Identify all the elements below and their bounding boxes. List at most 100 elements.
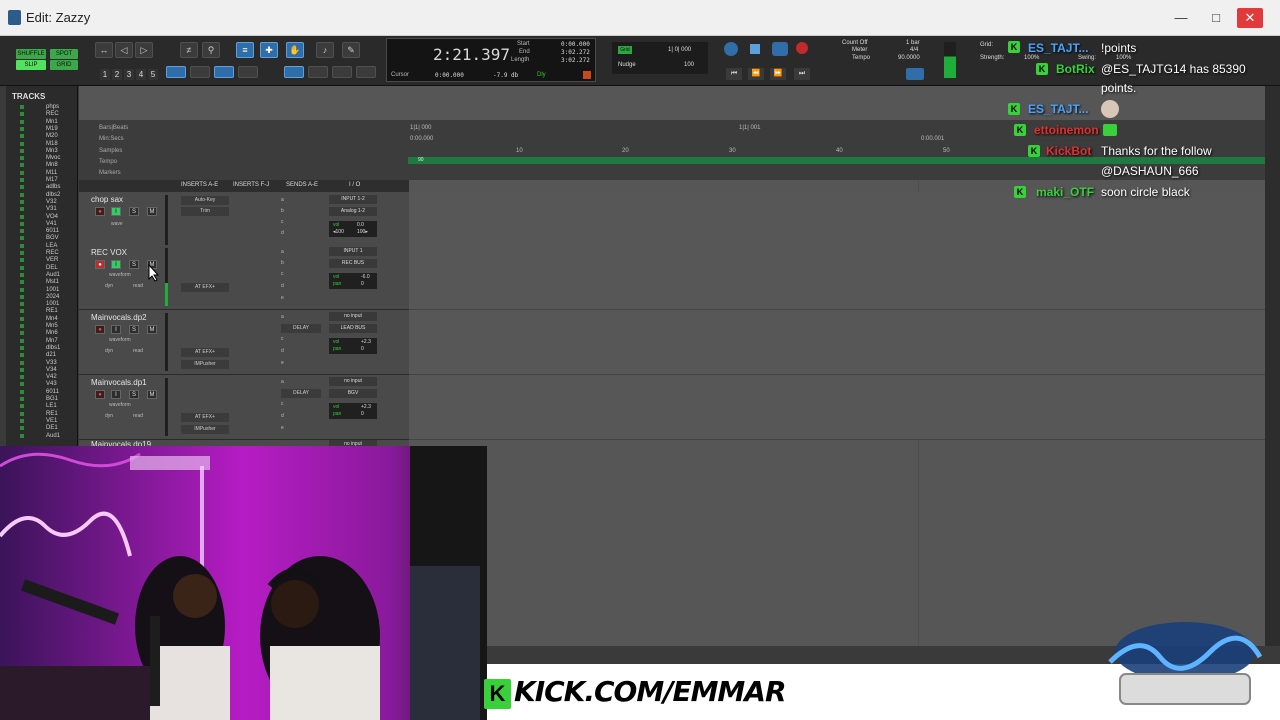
solo-button[interactable]: S <box>129 260 139 269</box>
input-selector[interactable]: no input <box>329 377 377 386</box>
slip-mode-button[interactable]: SLIP <box>16 60 46 70</box>
tracks-list-item[interactable]: RE1 <box>46 308 58 314</box>
selector-tool-icon[interactable]: ≡ <box>236 42 254 58</box>
track-visibility-dot[interactable] <box>20 367 24 372</box>
tracks-list-item[interactable]: LEA <box>46 243 57 249</box>
insertion-follows-icon[interactable] <box>238 66 258 78</box>
track-visibility-dot[interactable] <box>20 126 24 131</box>
send-lane[interactable]: a <box>281 197 284 203</box>
view-selector[interactable]: waveform <box>109 402 131 408</box>
track-visibility-dot[interactable] <box>20 214 24 219</box>
tracks-list-item[interactable]: M17 <box>46 177 58 183</box>
grid-snap-icon[interactable] <box>332 66 352 78</box>
send-lane[interactable]: d <box>281 230 284 236</box>
tracks-list-item[interactable]: Mn4 <box>46 316 58 322</box>
pencil-tool-icon[interactable]: ✎ <box>342 42 360 58</box>
track-visibility-dot[interactable] <box>20 411 24 416</box>
track-visibility-dot[interactable] <box>20 272 24 277</box>
tracks-list-item[interactable]: M11 <box>46 170 57 176</box>
tracks-list-item[interactable]: VER <box>46 257 58 263</box>
track-visibility-dot[interactable] <box>20 353 24 358</box>
insert-slot[interactable]: Auto-Key <box>181 196 229 205</box>
tracks-list-item[interactable]: Aud1 <box>46 272 60 278</box>
tracks-list-item[interactable]: M19 <box>46 126 58 132</box>
tracks-list-item[interactable]: dlbs1 <box>46 345 60 351</box>
zoomer-tool-icon[interactable]: ⚲ <box>202 42 220 58</box>
insert-slot[interactable]: AT EFX+ <box>181 413 229 422</box>
vol-value[interactable]: +2.3 <box>361 404 371 410</box>
stop-icon[interactable] <box>750 44 760 54</box>
output-selector[interactable]: REC BUS <box>329 259 377 268</box>
track-visibility-dot[interactable] <box>20 199 24 204</box>
minimize-button[interactable]: — <box>1168 8 1194 28</box>
track-visibility-dot[interactable] <box>20 236 24 241</box>
tracks-list-item[interactable]: adlbs <box>46 184 60 190</box>
zoom-preset-4[interactable]: 4 <box>136 69 146 80</box>
track-visibility-dot[interactable] <box>20 148 24 153</box>
tracks-list-item[interactable]: 1001 <box>46 301 59 307</box>
track-visibility-dot[interactable] <box>20 389 24 394</box>
track-visibility-dot[interactable] <box>20 207 24 212</box>
close-button[interactable]: ✕ <box>1237 8 1263 28</box>
meter-value[interactable]: 1 bar <box>906 40 920 46</box>
tracks-list-item[interactable]: phps <box>46 104 59 110</box>
zoom-in-icon[interactable]: ▷ <box>135 42 153 58</box>
tracks-list-item[interactable]: BG1 <box>46 396 58 402</box>
track-visibility-dot[interactable] <box>20 119 24 124</box>
go-to-end-icon[interactable]: ⏭ <box>794 68 810 80</box>
track-mainvocals-dp2[interactable]: Mainvocals.dp2 ● I S M waveform dyn read… <box>79 310 409 375</box>
mute-button[interactable]: M <box>147 325 157 334</box>
input-monitor-button[interactable]: I <box>111 260 121 269</box>
zoom-preset-5[interactable]: 5 <box>148 69 158 80</box>
output-selector[interactable]: BGV <box>329 389 377 398</box>
zoom-preset-3[interactable]: 3 <box>124 69 134 80</box>
solo-button[interactable]: S <box>129 207 139 216</box>
tracks-list-item[interactable]: Mn1 <box>46 119 58 125</box>
tracks-list-item[interactable]: V41 <box>46 221 57 227</box>
pan-value[interactable]: 0 <box>361 411 364 417</box>
send-lane[interactable]: e <box>281 360 284 366</box>
tracks-list-item[interactable]: V33 <box>46 360 57 366</box>
zoom-out-icon[interactable]: ↔ <box>95 42 113 58</box>
view-selector[interactable]: wave <box>111 221 123 227</box>
send-lane[interactable]: e <box>281 295 284 301</box>
track-visibility-dot[interactable] <box>20 243 24 248</box>
record-enable-button[interactable]: ● <box>95 325 105 334</box>
tab-to-transient-icon[interactable] <box>166 66 186 78</box>
track-playlist-lane[interactable] <box>409 310 1265 375</box>
vol-value[interactable]: +2.3 <box>361 339 371 345</box>
solo-button[interactable]: S <box>129 390 139 399</box>
grid-value[interactable]: 1| 0| 000 <box>668 47 691 53</box>
send-lane[interactable]: e <box>281 425 284 431</box>
link-timeline-icon[interactable] <box>190 66 210 78</box>
send-lane[interactable]: a <box>281 379 284 385</box>
track-visibility-dot[interactable] <box>20 163 24 168</box>
tracks-list-item[interactable]: 6011 <box>46 228 59 234</box>
track-visibility-dot[interactable] <box>20 178 24 182</box>
start-value[interactable]: 0:00.000 <box>561 41 590 48</box>
send-lane[interactable]: c <box>281 336 284 342</box>
pan-value[interactable]: 0 <box>361 281 364 287</box>
tracks-list-item[interactable]: BGV <box>46 235 59 241</box>
output-selector[interactable]: Analog 1-2 <box>329 207 377 216</box>
track-playlist-lane[interactable] <box>409 245 1265 310</box>
insert-slot[interactable]: AT EFX+ <box>181 348 229 357</box>
send-lane[interactable]: b <box>281 260 284 266</box>
track-visibility-dot[interactable] <box>20 156 24 161</box>
track-visibility-dot[interactable] <box>20 265 24 270</box>
volume-pan-display[interactable]: vol +2.3 pan 0 <box>329 338 377 354</box>
input-monitor-button[interactable]: I <box>111 390 121 399</box>
insert-slot[interactable]: IMPusher <box>181 425 229 434</box>
tracks-list-item[interactable]: REC <box>46 111 59 117</box>
scrubber-tool-icon[interactable]: ♪ <box>316 42 334 58</box>
track-visibility-dot[interactable] <box>20 280 24 285</box>
maximize-button[interactable]: □ <box>1203 8 1229 28</box>
input-monitor-button[interactable]: I <box>111 325 121 334</box>
tracks-list-item[interactable]: Mvoc <box>46 155 60 161</box>
track-visibility-dot[interactable] <box>20 309 24 314</box>
tracks-list-item[interactable]: V42 <box>46 374 57 380</box>
tracks-list-item[interactable]: V31 <box>46 206 57 212</box>
track-visibility-dot[interactable] <box>20 316 24 321</box>
tracks-list-item[interactable]: V43 <box>46 381 57 387</box>
clip-gain-icon[interactable] <box>356 66 376 78</box>
